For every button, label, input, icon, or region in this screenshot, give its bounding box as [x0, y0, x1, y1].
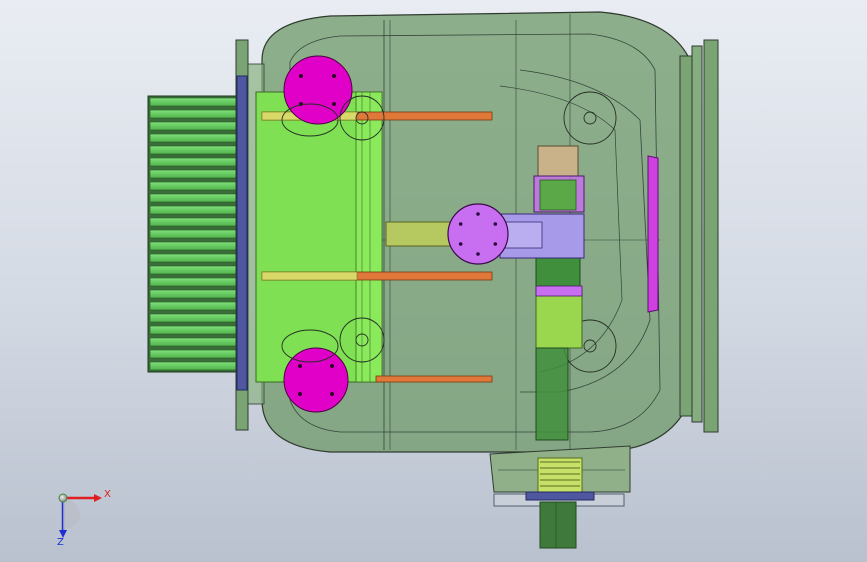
cooling-fin	[149, 157, 239, 167]
triad-x-label: X	[104, 489, 111, 500]
cooling-fin	[149, 97, 239, 107]
cooling-fin	[149, 193, 239, 203]
side-violet-strip	[647, 155, 659, 313]
cooling-fin	[149, 325, 239, 335]
bolt-hole	[476, 252, 480, 256]
bolt-hole	[493, 242, 498, 246]
cooling-fin	[149, 217, 239, 227]
cooling-fin	[149, 277, 239, 287]
cooling-fin	[149, 229, 239, 239]
bolt-hole	[458, 222, 463, 226]
cooling-fin	[149, 289, 239, 299]
cooling-fin	[149, 241, 239, 251]
bottom-gearbox	[489, 445, 631, 549]
cooling-fin	[149, 169, 239, 179]
coordinate-triad-icon: X Z	[57, 489, 111, 548]
cad-viewport[interactable]: X Z	[0, 0, 867, 562]
bolt-hole	[458, 242, 463, 246]
cooling-fin	[149, 181, 239, 191]
cooling-fin	[149, 121, 239, 131]
cooling-fin	[149, 361, 239, 371]
cooling-fin	[149, 253, 239, 263]
bolt-hole	[493, 222, 498, 226]
motor-assembly-model[interactable]: X Z	[0, 0, 867, 562]
cooling-fin	[149, 145, 239, 155]
cooling-fin	[149, 265, 239, 275]
cooling-fin	[149, 313, 239, 323]
cooling-fin-stack	[147, 95, 241, 373]
cable-gland-bottom	[283, 347, 349, 413]
triad-z-label: Z	[57, 537, 64, 548]
cooling-fin	[149, 133, 239, 143]
cooling-fin	[149, 337, 239, 347]
cable-gland-top	[283, 55, 353, 125]
right-end-flange	[679, 39, 719, 433]
cooling-fin	[149, 301, 239, 311]
cooling-fin	[149, 205, 239, 215]
cooling-fin	[149, 349, 239, 359]
cooling-fin	[149, 109, 239, 119]
bolt-hole	[476, 212, 480, 216]
